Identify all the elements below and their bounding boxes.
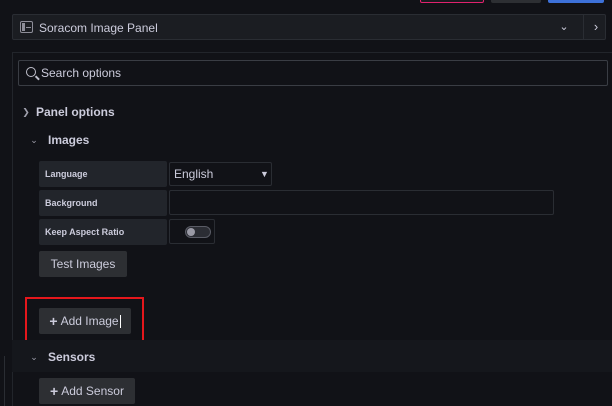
section-sensors[interactable]: ⌄ Sensors: [20, 347, 95, 367]
chevron-right-icon: ❯: [22, 106, 30, 117]
background-label: Background: [39, 190, 167, 216]
add-sensor-button[interactable]: + Add Sensor: [39, 378, 135, 404]
save-button[interactable]: [491, 0, 541, 3]
keep-aspect-ratio-field: [169, 219, 215, 244]
section-panel-options[interactable]: ❯ Panel options: [16, 102, 115, 122]
scroll-rail: [4, 356, 5, 406]
background-input[interactable]: [169, 190, 554, 215]
panel-icon: [20, 21, 33, 33]
apply-button[interactable]: [548, 0, 604, 3]
keep-aspect-ratio-label: Keep Aspect Ratio: [39, 219, 167, 245]
chevron-right-icon[interactable]: ›: [586, 17, 606, 37]
test-images-button[interactable]: Test Images: [39, 251, 127, 277]
plus-icon: +: [50, 383, 59, 399]
discard-button[interactable]: [420, 0, 484, 3]
sensors-header-band: [12, 340, 612, 372]
section-images[interactable]: ⌄ Images: [20, 130, 89, 150]
toggle-knob: [187, 228, 195, 236]
search-input[interactable]: [41, 63, 601, 83]
section-label: Panel options: [36, 105, 115, 119]
chevron-down-icon: ⌄: [30, 351, 38, 362]
search-icon: [26, 67, 36, 77]
chevron-down-icon[interactable]: ⌄: [553, 17, 575, 37]
visualization-title: Soracom Image Panel: [39, 21, 158, 35]
language-label: Language: [39, 161, 167, 187]
search-box[interactable]: [18, 60, 608, 86]
visualization-picker[interactable]: Soracom Image Panel ⌄ ›: [12, 14, 606, 40]
language-select[interactable]: English ▼: [169, 162, 272, 186]
section-label: Sensors: [48, 350, 96, 364]
divider: [583, 15, 584, 39]
chevron-down-icon: ⌄: [30, 134, 38, 145]
language-value: English: [174, 167, 214, 181]
keep-aspect-ratio-toggle[interactable]: [185, 226, 211, 238]
section-label: Images: [48, 133, 90, 147]
add-sensor-label: Add Sensor: [61, 384, 124, 398]
chevron-down-icon: ▼: [260, 169, 269, 179]
